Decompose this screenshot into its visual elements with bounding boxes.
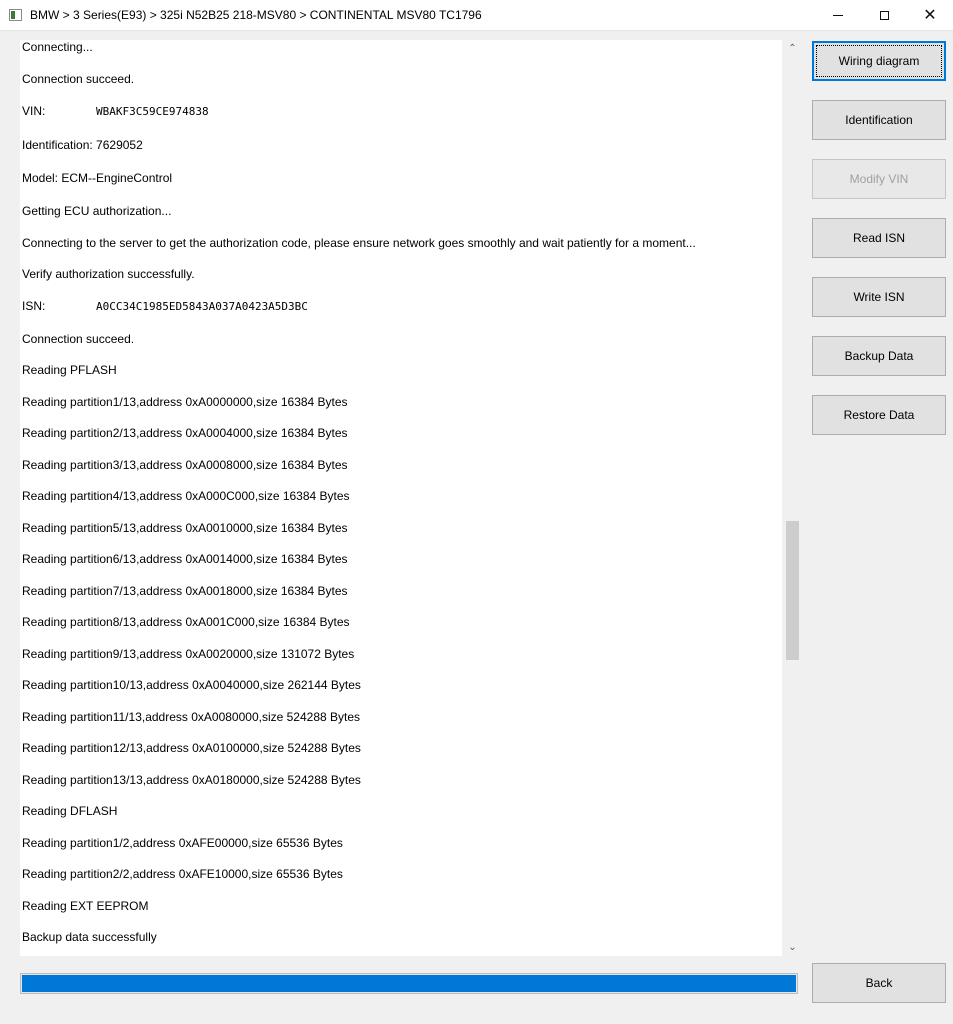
back-button[interactable]: Back [812,963,946,1003]
restore-data-button[interactable]: Restore Data [812,395,946,435]
log-line: Connection succeed. [22,332,135,346]
isn-value: A0CC34C1985ED5843A037A0423A5D3BC [96,300,308,313]
log-scrollbar[interactable]: ⌃ ⌄ [784,40,801,956]
scroll-down-icon[interactable]: ⌄ [784,939,801,956]
minimize-button[interactable] [815,0,861,31]
write-isn-button[interactable]: Write ISN [812,277,946,317]
identification-button[interactable]: Identification [812,100,946,140]
log-line: Reading partition11/13,address 0xA008000… [22,710,361,724]
window-title: BMW > 3 Series(E93) > 325i N52B25 218-MS… [30,8,482,22]
read-isn-button[interactable]: Read ISN [812,218,946,258]
title-bar: BMW > 3 Series(E93) > 325i N52B25 218-MS… [0,0,953,31]
log-line: ISN: A0CC34C1985ED5843A037A0423A5D3BC [22,299,308,313]
wiring-diagram-button[interactable]: Wiring diagram [812,41,946,81]
log-line: Reading partition13/13,address 0xA018000… [22,773,361,787]
log-line: Reading DFLASH [22,804,118,818]
log-output[interactable]: Connecting... Connection succeed. VIN: WB… [20,40,782,956]
log-line: Reading partition1/13,address 0xA0000000… [22,395,348,409]
app-icon [9,9,22,21]
backup-data-button[interactable]: Backup Data [812,336,946,376]
log-line: Reading partition12/13,address 0xA010000… [22,741,361,755]
log-line: Reading partition8/13,address 0xA001C000… [22,615,350,629]
log-line: VIN: WBAKF3C59CE974838 [22,104,209,118]
log-line: Reading partition6/13,address 0xA0014000… [22,552,348,566]
log-line: Reading partition2/2,address 0xAFE10000,… [22,867,343,881]
log-line: Reading partition5/13,address 0xA0010000… [22,521,348,535]
log-line: Reading partition4/13,address 0xA000C000… [22,489,350,503]
log-line: Verify authorization successfully. [22,267,195,281]
minimize-icon [833,15,843,16]
scroll-up-icon[interactable]: ⌃ [784,40,801,57]
close-button[interactable]: ✕ [907,0,953,31]
log-line: Model: ECM--EngineControl [22,171,173,185]
log-line: Reading partition3/13,address 0xA0008000… [22,458,348,472]
scroll-thumb[interactable] [786,521,799,660]
vin-value: WBAKF3C59CE974838 [96,105,209,118]
maximize-button[interactable] [861,0,907,31]
log-line: Connection succeed. [22,72,135,86]
log-line: Connecting to the server to get the auth… [22,236,696,250]
log-line: Backup data successfully [22,930,157,944]
log-line: Identification: 7629052 [22,138,143,152]
modify-vin-button: Modify VIN [812,159,946,199]
log-line: Reading EXT EEPROM [22,899,149,913]
log-line: Reading partition9/13,address 0xA0020000… [22,647,355,661]
log-line: Reading partition2/13,address 0xA0004000… [22,426,348,440]
log-line: Reading PFLASH [22,363,117,377]
log-line: Reading partition1/2,address 0xAFE00000,… [22,836,343,850]
progress-fill [22,975,796,992]
progress-bar [20,973,798,994]
log-line: Connecting... [22,40,93,54]
close-icon: ✕ [923,6,937,24]
log-line: Getting ECU authorization... [22,204,172,218]
log-line: Reading partition7/13,address 0xA0018000… [22,584,348,598]
maximize-icon [879,11,889,20]
log-line: Reading partition10/13,address 0xA004000… [22,678,361,692]
